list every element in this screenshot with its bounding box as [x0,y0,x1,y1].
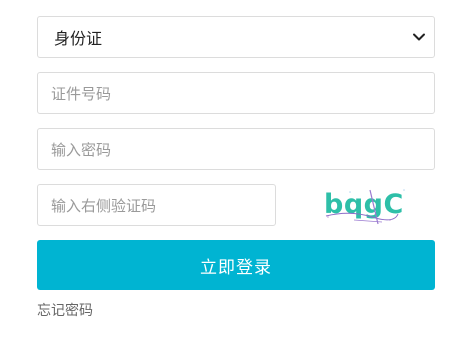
id-type-select[interactable]: 身份证 [37,16,435,58]
forgot-password-link[interactable]: 忘记密码 [37,300,93,320]
login-button-label: 立即登录 [200,257,272,278]
chevron-down-icon [412,30,426,44]
id-number-placeholder: 证件号码 [51,84,112,103]
captcha-placeholder: 输入右侧验证码 [51,196,157,215]
password-input[interactable]: 输入密码 [37,128,435,170]
id-number-input[interactable]: 证件号码 [37,72,435,114]
id-type-value: 身份证 [54,29,103,48]
captcha-input[interactable]: 输入右侧验证码 [37,184,276,226]
login-button[interactable]: 立即登录 [37,240,435,290]
captcha-image[interactable]: bqgC [320,184,412,226]
login-form: 身份证 证件号码 输入密码 输入右侧验证码 bqgC 立即登录 忘记密码 [0,0,454,337]
password-placeholder: 输入密码 [51,140,112,159]
